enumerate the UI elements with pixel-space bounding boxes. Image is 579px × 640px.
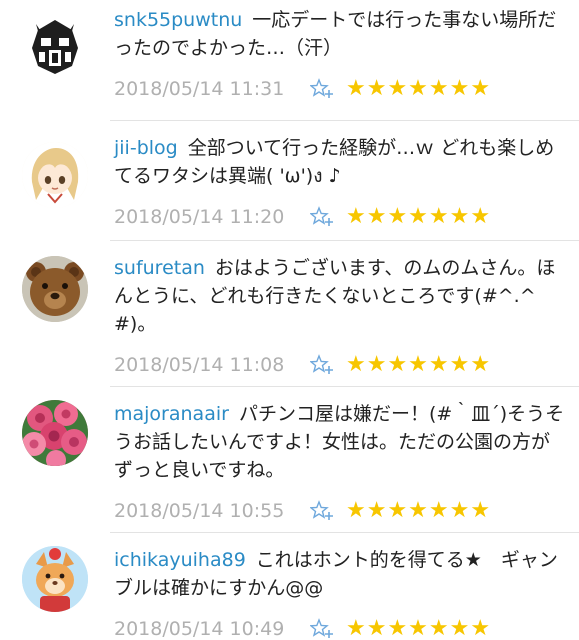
comment-timestamp[interactable]: 2018/05/14 11:20 bbox=[114, 202, 284, 232]
fox-character-avatar[interactable] bbox=[22, 546, 88, 612]
comment-username[interactable]: ichikayuiha89 bbox=[114, 549, 246, 571]
comment-timestamp[interactable]: 2018/05/14 11:31 bbox=[114, 74, 284, 104]
comment-meta: 2018/05/14 10:49 ★★★★★★★ bbox=[114, 614, 566, 640]
comment-list: snk55puwtnu 一応デートでは行った事ない場所だったのでよかった…（汗） … bbox=[0, 0, 579, 640]
comment-timestamp[interactable]: 2018/05/14 10:49 bbox=[114, 614, 284, 640]
comment-meta: 2018/05/14 11:20 ★★★★★★★ bbox=[114, 202, 566, 232]
roses-avatar[interactable] bbox=[22, 400, 88, 466]
comment-timestamp[interactable]: 2018/05/14 10:55 bbox=[114, 496, 284, 526]
star-plus-icon[interactable] bbox=[310, 206, 334, 228]
comment-text: ichikayuiha89 これはホント的を得てる★ ギャンブルは確かにすかん@@ bbox=[114, 546, 566, 602]
comment-timestamp[interactable]: 2018/05/14 11:08 bbox=[114, 350, 284, 380]
comment-meta: 2018/05/14 11:08 ★★★★★★★ bbox=[114, 350, 566, 380]
comment-text: sufuretan おはようございます、のムのムさん。ほんとうに、どれも行きたくな… bbox=[114, 254, 566, 338]
star-rating: ★★★★★★★ bbox=[346, 616, 492, 640]
teddy-bear-avatar[interactable] bbox=[22, 256, 88, 322]
star-rating: ★★★★★★★ bbox=[346, 352, 492, 377]
star-plus-icon[interactable] bbox=[310, 78, 334, 100]
star-plus-icon[interactable] bbox=[310, 354, 334, 376]
comment-username[interactable]: jii-blog bbox=[114, 137, 178, 159]
star-plus-icon[interactable] bbox=[310, 500, 334, 522]
comment-username[interactable]: majoranaair bbox=[114, 403, 229, 425]
comment-username[interactable]: sufuretan bbox=[114, 257, 205, 279]
anime-girl-avatar[interactable] bbox=[22, 142, 88, 208]
star-plus-icon[interactable] bbox=[310, 618, 334, 640]
comment-username[interactable]: snk55puwtnu bbox=[114, 9, 242, 31]
star-rating: ★★★★★★★ bbox=[346, 76, 492, 101]
star-rating: ★★★★★★★ bbox=[346, 204, 492, 229]
comment-text: jii-blog 全部ついて行った経験が…ｗ どれも楽しめてるワタシは異端( 'ω… bbox=[114, 134, 566, 190]
star-rating: ★★★★★★★ bbox=[346, 498, 492, 523]
comment-text: snk55puwtnu 一応デートでは行った事ない場所だったのでよかった…（汗） bbox=[114, 6, 566, 62]
comment-text: majoranaair パチンコ屋は嫌だー！(#｀皿´)そうそうお話したいんですよ… bbox=[114, 400, 566, 484]
comment-meta: 2018/05/14 10:55 ★★★★★★★ bbox=[114, 496, 566, 526]
robot-helmet-avatar[interactable] bbox=[22, 14, 88, 80]
comment-meta: 2018/05/14 11:31 ★★★★★★★ bbox=[114, 74, 566, 104]
comment-message: 全部ついて行った経験が…ｗ どれも楽しめてるワタシは異端( 'ω')ง ♪ bbox=[114, 137, 555, 187]
